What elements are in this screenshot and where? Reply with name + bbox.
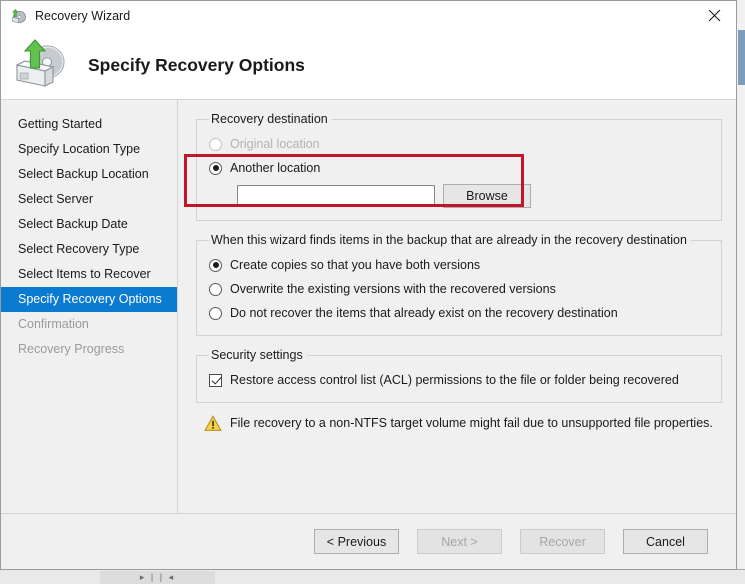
- security-settings-group: Security settings Restore access control…: [196, 348, 722, 403]
- background-window-right-edge: [736, 0, 745, 584]
- restore-acl-checkbox[interactable]: [209, 373, 222, 387]
- previous-button[interactable]: < Previous: [314, 529, 399, 554]
- recovery-wizard-dialog: Recovery Wizard Specify Recovery Options: [0, 0, 737, 570]
- dialog-footer: < Previous Next > Recover Cancel: [1, 513, 736, 569]
- recovery-disk-icon: [9, 7, 27, 25]
- do-not-recover-label: Do not recover the items that already ex…: [230, 306, 618, 320]
- create-copies-radio[interactable]: [209, 258, 222, 272]
- overwrite-radio[interactable]: [209, 282, 222, 296]
- warning-triangle-icon: [204, 415, 222, 432]
- options-content-panel: Recovery destination Original location A…: [178, 100, 736, 513]
- sidebar-item-select-backup-date[interactable]: Select Backup Date: [1, 212, 177, 237]
- conflict-handling-legend: When this wizard finds items in the back…: [211, 233, 687, 247]
- conflict-option-overwrite[interactable]: Overwrite the existing versions with the…: [209, 277, 709, 301]
- conflict-option-create-copies[interactable]: Create copies so that you have both vers…: [209, 253, 709, 277]
- sidebar-item-select-recovery-type[interactable]: Select Recovery Type: [1, 237, 177, 262]
- ntfs-warning-text: File recovery to a non-NTFS target volum…: [230, 416, 713, 430]
- original-location-label: Original location: [230, 137, 320, 151]
- original-location-radio: [209, 137, 222, 151]
- destination-path-row: Browse: [237, 184, 709, 208]
- another-location-radio[interactable]: [209, 161, 222, 175]
- sidebar-item-specify-recovery-options[interactable]: Specify Recovery Options: [1, 287, 177, 312]
- recovery-destination-legend: Recovery destination: [211, 112, 328, 126]
- sidebar-item-getting-started[interactable]: Getting Started: [1, 112, 177, 137]
- next-button: Next >: [417, 529, 502, 554]
- cancel-button[interactable]: Cancel: [623, 529, 708, 554]
- wizard-steps-sidebar: Getting Started Specify Location Type Se…: [1, 100, 178, 513]
- conflict-option-do-not-recover[interactable]: Do not recover the items that already ex…: [209, 301, 709, 325]
- background-window-blue-panel: [738, 30, 745, 85]
- recovery-destination-group: Recovery destination Original location A…: [184, 112, 722, 221]
- sidebar-item-confirmation: Confirmation: [18, 317, 89, 331]
- dialog-body: Getting Started Specify Location Type Se…: [1, 100, 736, 513]
- sidebar-item-select-backup-location[interactable]: Select Backup Location: [1, 162, 177, 187]
- another-location-option[interactable]: Another location: [209, 156, 709, 180]
- window-title: Recovery Wizard: [35, 9, 131, 23]
- sidebar-item-select-server[interactable]: Select Server: [1, 187, 177, 212]
- destination-path-input[interactable]: [237, 185, 435, 207]
- create-copies-label: Create copies so that you have both vers…: [230, 258, 481, 272]
- another-location-label: Another location: [230, 161, 321, 175]
- restore-acl-option[interactable]: Restore access control list (ACL) permis…: [209, 368, 709, 392]
- close-icon[interactable]: [692, 1, 736, 30]
- overwrite-label: Overwrite the existing versions with the…: [230, 282, 556, 296]
- conflict-handling-group: When this wizard finds items in the back…: [196, 233, 722, 336]
- sidebar-item-recovery-progress: Recovery Progress: [18, 342, 125, 356]
- original-location-option: Original location: [209, 132, 709, 156]
- sidebar-item-select-items-to-recover[interactable]: Select Items to Recover: [1, 262, 177, 287]
- page-title: Specify Recovery Options: [88, 54, 305, 75]
- ntfs-warning-row: File recovery to a non-NTFS target volum…: [204, 415, 722, 432]
- restore-acl-label: Restore access control list (ACL) permis…: [230, 373, 679, 387]
- recover-button: Recover: [520, 529, 605, 554]
- browse-button[interactable]: Browse: [443, 184, 531, 208]
- recovery-disk-large-icon: [11, 37, 73, 93]
- sidebar-item-specify-location-type[interactable]: Specify Location Type: [1, 137, 177, 162]
- security-settings-legend: Security settings: [211, 348, 303, 362]
- title-bar: Recovery Wizard: [1, 1, 736, 31]
- background-taskbar-fragment: ▸ | | ◂: [100, 571, 215, 584]
- header-banner: Specify Recovery Options: [1, 31, 736, 100]
- do-not-recover-radio[interactable]: [209, 306, 222, 320]
